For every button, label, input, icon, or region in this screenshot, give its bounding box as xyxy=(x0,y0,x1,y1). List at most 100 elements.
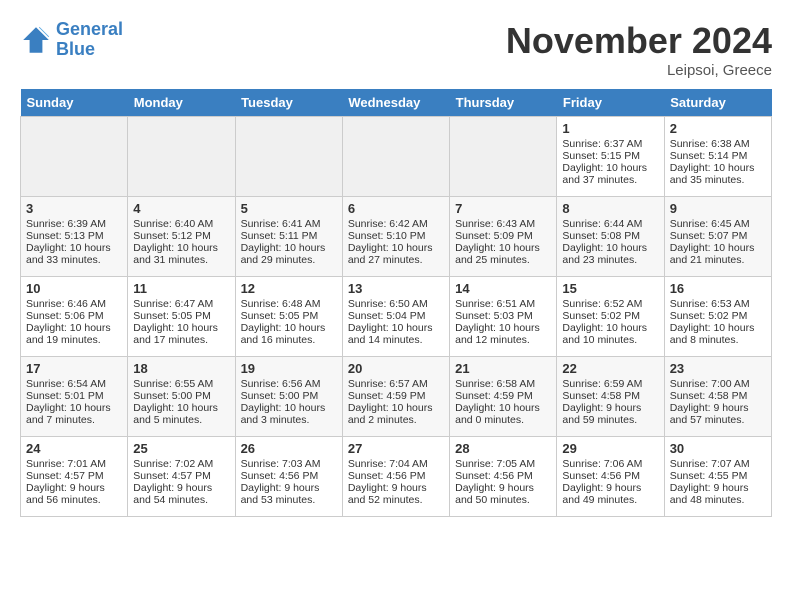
sunset-text: Sunset: 5:00 PM xyxy=(133,390,229,402)
sunrise-text: Sunrise: 6:42 AM xyxy=(348,218,444,230)
day-number: 1 xyxy=(562,121,658,136)
sunset-text: Sunset: 4:58 PM xyxy=(670,390,766,402)
logo-icon xyxy=(20,24,52,56)
daylight-text: Daylight: 10 hours and 33 minutes. xyxy=(26,242,122,266)
day-number: 3 xyxy=(26,201,122,216)
daylight-text: Daylight: 10 hours and 23 minutes. xyxy=(562,242,658,266)
day-number: 17 xyxy=(26,361,122,376)
calendar-cell xyxy=(21,117,128,197)
daylight-text: Daylight: 10 hours and 27 minutes. xyxy=(348,242,444,266)
day-number: 29 xyxy=(562,441,658,456)
calendar-cell: 14Sunrise: 6:51 AMSunset: 5:03 PMDayligh… xyxy=(450,277,557,357)
daylight-text: Daylight: 9 hours and 52 minutes. xyxy=(348,482,444,506)
sunrise-text: Sunrise: 6:50 AM xyxy=(348,298,444,310)
sunset-text: Sunset: 5:01 PM xyxy=(26,390,122,402)
day-number: 15 xyxy=(562,281,658,296)
sunset-text: Sunset: 5:11 PM xyxy=(241,230,337,242)
daylight-text: Daylight: 10 hours and 16 minutes. xyxy=(241,322,337,346)
day-number: 24 xyxy=(26,441,122,456)
day-number: 19 xyxy=(241,361,337,376)
daylight-text: Daylight: 10 hours and 25 minutes. xyxy=(455,242,551,266)
day-number: 20 xyxy=(348,361,444,376)
day-number: 21 xyxy=(455,361,551,376)
calendar-cell: 26Sunrise: 7:03 AMSunset: 4:56 PMDayligh… xyxy=(235,437,342,517)
calendar-cell: 12Sunrise: 6:48 AMSunset: 5:05 PMDayligh… xyxy=(235,277,342,357)
sunrise-text: Sunrise: 7:00 AM xyxy=(670,378,766,390)
calendar-cell: 16Sunrise: 6:53 AMSunset: 5:02 PMDayligh… xyxy=(664,277,771,357)
sunset-text: Sunset: 4:57 PM xyxy=(26,470,122,482)
sunrise-text: Sunrise: 6:56 AM xyxy=(241,378,337,390)
calendar-week-4: 17 Sunrise: 6:54 AMSunset: 5:01 PM Dayligh… xyxy=(21,357,772,437)
sunrise-text: Sunrise: 6:57 AM xyxy=(348,378,444,390)
sunset-text: Sunset: 5:08 PM xyxy=(562,230,658,242)
day-number: 10 xyxy=(26,281,122,296)
daylight-text: Daylight: 9 hours and 54 minutes. xyxy=(133,482,229,506)
sunset-text: Sunset: 4:56 PM xyxy=(562,470,658,482)
sunset-text: Sunset: 5:05 PM xyxy=(133,310,229,322)
sunrise-text: Sunrise: 6:39 AM xyxy=(26,218,122,230)
daylight-text: Daylight: 10 hours and 31 minutes. xyxy=(133,242,229,266)
logo-general: General xyxy=(56,19,123,39)
sunset-text: Sunset: 5:06 PM xyxy=(26,310,122,322)
day-number: 25 xyxy=(133,441,229,456)
day-number: 14 xyxy=(455,281,551,296)
daylight-text: Daylight: 10 hours and 0 minutes. xyxy=(455,402,551,426)
calendar-cell: 24Sunrise: 7:01 AMSunset: 4:57 PMDayligh… xyxy=(21,437,128,517)
sunset-text: Sunset: 4:55 PM xyxy=(670,470,766,482)
daylight-text: Daylight: 10 hours and 8 minutes. xyxy=(670,322,766,346)
daylight-text: Daylight: 10 hours and 29 minutes. xyxy=(241,242,337,266)
daylight-text: Daylight: 9 hours and 49 minutes. xyxy=(562,482,658,506)
daylight-text: Daylight: 10 hours and 12 minutes. xyxy=(455,322,551,346)
calendar-week-2: 3Sunrise: 6:39 AMSunset: 5:13 PMDaylight… xyxy=(21,197,772,277)
sunset-text: Sunset: 5:04 PM xyxy=(348,310,444,322)
sunset-text: Sunset: 5:03 PM xyxy=(455,310,551,322)
calendar-cell: 2Sunrise: 6:38 AMSunset: 5:14 PMDaylight… xyxy=(664,117,771,197)
col-header-monday: Monday xyxy=(128,89,235,117)
calendar-cell: 17Sunrise: 6:54 AMSunset: 5:01 PMDayligh… xyxy=(21,357,128,437)
col-header-friday: Friday xyxy=(557,89,664,117)
day-number: 27 xyxy=(348,441,444,456)
location: Leipsoi, Greece xyxy=(506,62,772,79)
day-number: 7 xyxy=(455,201,551,216)
sunset-text: Sunset: 5:13 PM xyxy=(26,230,122,242)
sunset-text: Sunset: 5:02 PM xyxy=(562,310,658,322)
sunrise-text: Sunrise: 6:48 AM xyxy=(241,298,337,310)
month-title: November 2024 xyxy=(506,20,772,62)
col-header-thursday: Thursday xyxy=(450,89,557,117)
calendar-cell: 25Sunrise: 7:02 AMSunset: 4:57 PMDayligh… xyxy=(128,437,235,517)
daylight-text: Daylight: 9 hours and 53 minutes. xyxy=(241,482,337,506)
daylight-text: Daylight: 10 hours and 5 minutes. xyxy=(133,402,229,426)
day-number: 16 xyxy=(670,281,766,296)
calendar-cell: 7Sunrise: 6:43 AMSunset: 5:09 PMDaylight… xyxy=(450,197,557,277)
day-number: 12 xyxy=(241,281,337,296)
day-number: 2 xyxy=(670,121,766,136)
sunrise-text: Sunrise: 6:40 AM xyxy=(133,218,229,230)
daylight-text: Daylight: 10 hours and 14 minutes. xyxy=(348,322,444,346)
sunset-text: Sunset: 5:14 PM xyxy=(670,150,766,162)
calendar-cell: 3 Sunrise: 6:39 AMSunset: 5:13 PMDaylight… xyxy=(21,197,128,277)
day-number: 9 xyxy=(670,201,766,216)
header-row: SundayMondayTuesdayWednesdayThursdayFrid… xyxy=(21,89,772,117)
col-header-tuesday: Tuesday xyxy=(235,89,342,117)
sunset-text: Sunset: 5:15 PM xyxy=(562,150,658,162)
calendar-cell: 4Sunrise: 6:40 AMSunset: 5:12 PMDaylight… xyxy=(128,197,235,277)
day-number: 23 xyxy=(670,361,766,376)
sunset-text: Sunset: 4:59 PM xyxy=(455,390,551,402)
day-number: 5 xyxy=(241,201,337,216)
daylight-text: Daylight: 10 hours and 10 minutes. xyxy=(562,322,658,346)
day-number: 18 xyxy=(133,361,229,376)
calendar-week-3: 10Sunrise: 6:46 AMSunset: 5:06 PMDayligh… xyxy=(21,277,772,357)
daylight-text: Daylight: 9 hours and 48 minutes. xyxy=(670,482,766,506)
sunset-text: Sunset: 5:00 PM xyxy=(241,390,337,402)
daylight-text: Daylight: 9 hours and 57 minutes. xyxy=(670,402,766,426)
calendar-cell: 23 Sunrise: 7:00 AMSunset: 4:58 PMDayligh… xyxy=(664,357,771,437)
daylight-text: Daylight: 10 hours and 17 minutes. xyxy=(133,322,229,346)
sunrise-text: Sunrise: 6:54 AM xyxy=(26,378,122,390)
sunrise-text: Sunrise: 7:04 AM xyxy=(348,458,444,470)
calendar-cell xyxy=(235,117,342,197)
calendar-cell xyxy=(128,117,235,197)
day-number: 8 xyxy=(562,201,658,216)
sunrise-text: Sunrise: 6:53 AM xyxy=(670,298,766,310)
calendar-cell: 9Sunrise: 6:45 AMSunset: 5:07 PMDaylight… xyxy=(664,197,771,277)
sunrise-text: Sunrise: 6:45 AM xyxy=(670,218,766,230)
